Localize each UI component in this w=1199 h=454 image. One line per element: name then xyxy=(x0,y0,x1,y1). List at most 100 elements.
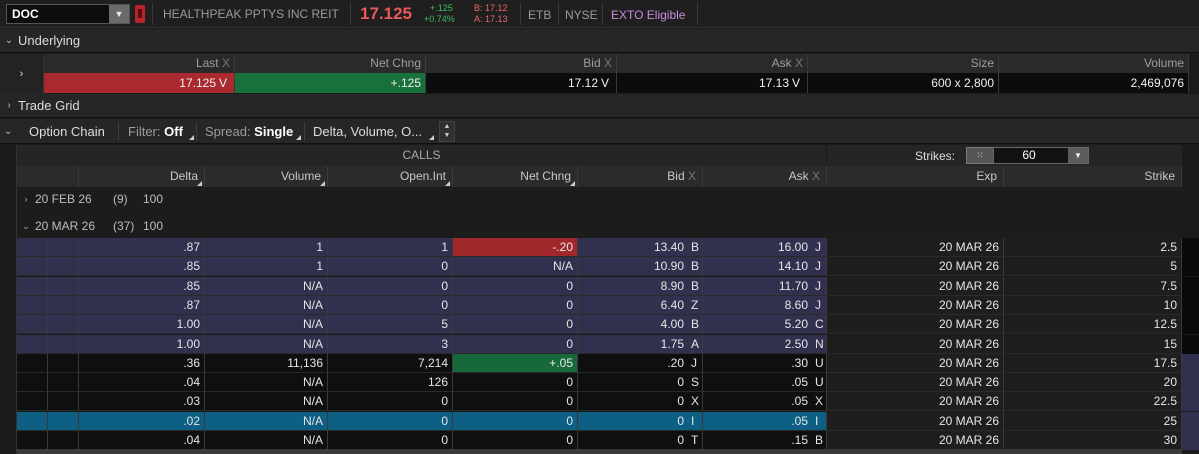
col-header-volume[interactable]: Volume xyxy=(999,54,1189,73)
col-header-strike[interactable]: Strike xyxy=(1004,166,1182,187)
cell-strike[interactable]: 12.5 xyxy=(1004,315,1182,335)
cell-net-chng[interactable]: 0 xyxy=(453,315,578,335)
cell-bid[interactable]: 0X xyxy=(578,392,703,412)
cell-ask[interactable]: .30 U xyxy=(703,353,827,373)
cell-net-chng[interactable]: 0 xyxy=(453,392,578,412)
cell-bid[interactable]: 0I xyxy=(578,411,703,431)
cell-ask[interactable]: .15 B xyxy=(703,431,827,450)
filter-control[interactable]: Filter: Off xyxy=(128,124,183,139)
option-row[interactable]: .87 1 1 -.20 13.40 B 16.00 J 20 MAR 26 2.5 xyxy=(17,238,1199,257)
cell-delta[interactable]: .85 xyxy=(79,276,205,296)
cell-strike[interactable]: 25 xyxy=(1004,411,1182,431)
cell-volume[interactable]: N/A xyxy=(205,411,328,431)
cell-bid[interactable]: 4.00 B xyxy=(578,315,703,335)
cell-open-int[interactable]: 1 xyxy=(328,238,453,257)
cell-delta[interactable]: .85 xyxy=(79,257,205,277)
option-row[interactable]: .85 N/A 0 0 8.90 B 11.70 J 20 MAR 26 7.5 xyxy=(17,276,1199,296)
cell-exp[interactable]: 20 MAR 26 xyxy=(827,334,1004,354)
cell-strike[interactable]: 5 xyxy=(1004,257,1182,277)
chevron-down-icon[interactable]: ▼ xyxy=(109,5,129,23)
cell-exp[interactable]: 20 MAR 26 xyxy=(827,238,1004,257)
col-header-open-int[interactable]: Open.Int xyxy=(328,166,453,187)
cell-volume[interactable]: 11,136 xyxy=(205,353,328,373)
cell-net-chng[interactable]: -.20 xyxy=(453,238,578,257)
cell-delta[interactable]: .87 xyxy=(79,295,205,315)
cell-ask[interactable]: .05 I xyxy=(703,411,827,431)
cell-open-int[interactable]: 0 xyxy=(328,431,453,450)
cell-ask[interactable]: .05 X xyxy=(703,392,827,412)
cell-ask[interactable]: 5.20 C xyxy=(703,315,827,335)
cell-volume[interactable]: N/A xyxy=(205,392,328,412)
cell-volume[interactable]: N/A xyxy=(205,334,328,354)
cell-delta[interactable]: .87 xyxy=(79,238,205,257)
col-header-volume[interactable]: Volume xyxy=(205,166,328,187)
cell-strike[interactable]: 22.5 xyxy=(1004,392,1182,412)
cell-ask[interactable]: 16.00 J xyxy=(703,238,827,257)
layout-stepper[interactable]: ▲ ▼ xyxy=(439,121,455,142)
chevron-down-icon[interactable]: ⌄ xyxy=(0,35,18,46)
option-chain-title[interactable]: Option Chain xyxy=(29,124,105,139)
cell-exp[interactable]: 20 MAR 26 xyxy=(827,392,1004,412)
cell-strike[interactable]: 20 xyxy=(1004,373,1182,393)
cell-exp[interactable]: 20 MAR 26 xyxy=(827,411,1004,431)
col-header-bid[interactable]: Bid X xyxy=(578,166,703,187)
cell-delta[interactable]: 1.00 xyxy=(79,334,205,354)
cell-volume[interactable]: N/A xyxy=(205,315,328,335)
alert-flag-icon[interactable] xyxy=(135,5,145,23)
cell-bid[interactable]: 0T xyxy=(578,431,703,450)
cell-exp[interactable]: 20 MAR 26 xyxy=(827,373,1004,393)
col-header-ask[interactable]: Ask X xyxy=(703,166,827,187)
col-header-size[interactable]: Size xyxy=(808,54,999,73)
option-row[interactable]: .02 N/A 0 0 0 I .05 I 20 MAR 26 25 xyxy=(17,411,1199,431)
expiration-row[interactable]: ⌄ 20 MAR 26 (37) 100 xyxy=(17,215,1182,237)
option-row[interactable]: 1.00 N/A 5 0 4.00 B 5.20 C 20 MAR 26 12.5 xyxy=(17,315,1199,335)
col-header-net-chng[interactable]: Net Chng xyxy=(453,166,578,187)
expand-arrow-icon[interactable]: › xyxy=(0,54,44,94)
col-header-bid[interactable]: Bid X xyxy=(426,54,617,73)
cell-open-int[interactable]: 0 xyxy=(328,295,453,315)
cell-strike[interactable]: 7.5 xyxy=(1004,276,1182,296)
symbol-input[interactable]: DOC xyxy=(7,7,109,21)
option-row[interactable]: .36 11,136 7,214 +.05 .20 J .30 U 20 MAR 26 17.5 xyxy=(17,353,1199,373)
cell-open-int[interactable]: 0 xyxy=(328,411,453,431)
cell-bid[interactable]: 13.40 B xyxy=(578,238,703,257)
cell-volume[interactable]: N/A xyxy=(205,373,328,393)
spread-control[interactable]: Spread: Single xyxy=(205,124,293,139)
cell-open-int[interactable]: 0 xyxy=(328,257,453,277)
expiration-row[interactable]: › 20 FEB 26 (9) 100 xyxy=(17,188,1182,210)
cell-strike[interactable]: 2.5 xyxy=(1004,238,1182,257)
cell-volume[interactable]: 1 xyxy=(205,238,328,257)
cell-strike[interactable]: 10 xyxy=(1004,295,1182,315)
cell-delta[interactable]: .02 xyxy=(79,411,205,431)
col-header-delta[interactable]: Delta xyxy=(79,166,205,187)
option-row[interactable]: .03 N/A 0 0 0 X .05 X 20 MAR 26 22.5 xyxy=(17,392,1199,412)
cell-delta[interactable]: .36 xyxy=(79,353,205,373)
col-header-exp[interactable]: Exp xyxy=(827,166,1004,187)
cell-ask[interactable]: 11.70 J xyxy=(703,276,827,296)
cell-net-chng[interactable]: N/A xyxy=(453,257,578,277)
cell-ask[interactable]: 8.60 J xyxy=(703,295,827,315)
cell-delta[interactable]: .04 xyxy=(79,373,205,393)
cell-bid[interactable]: 6.40 Z xyxy=(578,295,703,315)
cell-net-chng[interactable]: +.05 xyxy=(453,353,578,373)
option-row[interactable]: .04 N/A 126 0 0 S .05 U 20 MAR 26 20 xyxy=(17,373,1199,393)
cell-net-chng[interactable]: 0 xyxy=(453,431,578,450)
horizontal-scrollbar[interactable] xyxy=(17,449,1182,454)
symbol-selector[interactable]: DOC ▼ xyxy=(6,4,130,24)
cell-open-int[interactable]: 3 xyxy=(328,334,453,354)
cell-ask[interactable]: .05 U xyxy=(703,373,827,393)
option-row[interactable]: .85 1 0 N/A 10.90 B 14.10 J 20 MAR 26 5 xyxy=(17,257,1199,277)
cell-volume[interactable]: N/A xyxy=(205,276,328,296)
chevron-down-icon[interactable]: ⌄ xyxy=(17,221,35,232)
cell-delta[interactable]: 1.00 xyxy=(79,315,205,335)
cell-bid[interactable]: 10.90 B xyxy=(578,257,703,277)
cell-open-int[interactable]: 7,214 xyxy=(328,353,453,373)
cell-volume[interactable]: N/A xyxy=(205,295,328,315)
col-header-net-chng[interactable]: Net Chng xyxy=(235,54,426,73)
cell-net-chng[interactable]: 0 xyxy=(453,373,578,393)
cell-volume[interactable]: N/A xyxy=(205,431,328,450)
cell-net-chng[interactable]: 0 xyxy=(453,411,578,431)
option-row[interactable]: 1.00 N/A 3 0 1.75 A 2.50 N 20 MAR 26 15 xyxy=(17,334,1199,354)
cell-exp[interactable]: 20 MAR 26 xyxy=(827,257,1004,277)
cell-ask[interactable]: 2.50 N xyxy=(703,334,827,354)
